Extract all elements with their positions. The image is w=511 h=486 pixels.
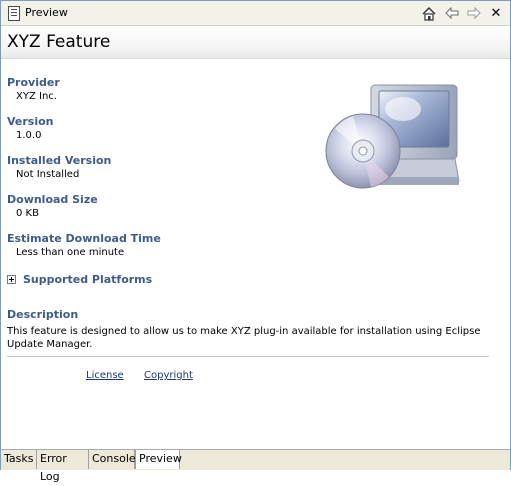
expand-toggle-icon[interactable] [7,275,16,284]
license-link[interactable]: License [86,370,124,381]
supported-platforms-section[interactable]: Supported Platforms [23,273,152,286]
view-title: Preview [25,6,68,19]
close-button[interactable]: ✕ [486,4,506,22]
tab-error-log[interactable]: Error Log [37,450,89,483]
version-label: Version [7,115,54,128]
download-size-value: 0 KB [16,208,39,219]
divider [7,356,489,357]
copyright-link[interactable]: Copyright [144,370,193,381]
installed-version-label: Installed Version [7,154,112,167]
forward-button[interactable] [464,4,484,22]
back-button[interactable] [442,4,462,22]
home-button[interactable] [419,4,439,22]
close-icon: ✕ [490,5,502,21]
feature-header: XYZ Feature [1,26,510,59]
description-label: Description [7,308,79,321]
estimate-download-time-label: Estimate Download Time [7,232,161,245]
document-icon [8,6,20,21]
home-icon [422,6,436,21]
back-arrow-icon [445,7,459,19]
page-title: XYZ Feature [7,32,111,52]
provider-value: XYZ Inc. [16,91,57,102]
download-size-label: Download Size [7,193,98,206]
installed-version-value: Not Installed [16,169,80,180]
version-value: 1.0.0 [16,130,42,141]
estimate-download-time-value: Less than one minute [16,247,125,258]
description-text: This feature is designed to allow us to … [7,326,481,350]
forward-arrow-icon [467,7,481,19]
view-tab-bar: Tasks Error Log Console Preview [1,449,510,483]
provider-label: Provider [7,76,60,89]
tab-preview[interactable]: Preview [135,450,182,469]
computer-cd-illustration [325,84,460,189]
tab-tasks[interactable]: Tasks [1,450,37,469]
preview-view: Preview ✕ XYZ Feature Provider XYZ Inc. [0,0,511,483]
tab-console[interactable]: Console [89,450,136,469]
view-title-bar: Preview ✕ [1,1,510,26]
